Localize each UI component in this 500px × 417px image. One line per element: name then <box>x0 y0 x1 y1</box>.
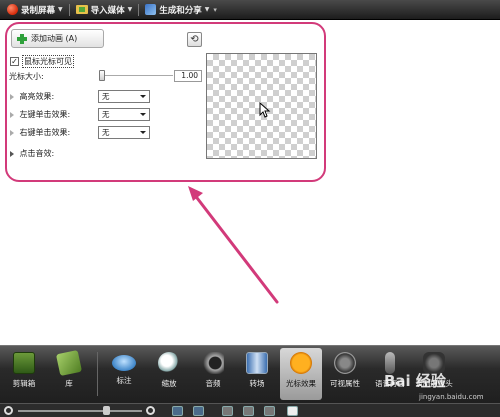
expand-arrow-icon[interactable] <box>10 129 14 136</box>
copy-icon[interactable] <box>264 406 275 416</box>
dock-item-label: 缩放 <box>161 379 177 388</box>
expand-arrow-icon[interactable] <box>10 93 14 100</box>
produce-share-menu[interactable]: 生成和分享 ▼ ▾ <box>141 2 221 18</box>
toolbar-divider <box>68 3 70 16</box>
dock-item-cursor-effects[interactable]: 光标效果 <box>280 348 322 400</box>
dock-item-label: 光标效果 <box>286 379 316 388</box>
chevron-down-icon <box>140 95 146 98</box>
baidu-watermark: Bai 经验 <box>384 372 446 390</box>
undo-icon[interactable] <box>172 406 183 416</box>
cursor-visible-row: ✓ 鼠标光标可见 <box>10 55 74 68</box>
cursor-effects-panel: 添加动画 (A) ⟲ ✓ 鼠标光标可见 光标大小: 1.00 高亮效果: 无 左… <box>5 22 326 182</box>
dock-item-label: 音频 <box>205 379 221 388</box>
chevron-down-icon <box>140 131 146 134</box>
click-sound-row[interactable]: 点击音效: <box>10 148 54 159</box>
clip-bin-icon <box>13 352 35 374</box>
cut-icon[interactable] <box>222 406 233 416</box>
record-screen-menu[interactable]: 录制屏幕 ▼ <box>3 2 67 18</box>
dock-item-visual-properties[interactable]: 可视属性 <box>325 348 365 400</box>
expand-arrow-icon[interactable] <box>10 150 14 157</box>
more-options-icon[interactable]: ▾ <box>213 6 217 14</box>
left-click-effect-select[interactable]: 无 <box>98 108 150 121</box>
chevron-down-icon: ▼ <box>127 6 133 13</box>
cursor-visible-checkbox[interactable]: ✓ <box>10 57 19 66</box>
transition-icon <box>246 352 268 374</box>
dock-item-transitions[interactable]: 转场 <box>237 348 277 400</box>
cursor-size-slider-thumb[interactable] <box>99 70 105 81</box>
library-icon <box>55 349 83 377</box>
highlight-effect-row: 高亮效果: <box>10 91 54 102</box>
dock-item-zoom[interactable]: 缩放 <box>149 348 189 400</box>
left-click-effect-value: 无 <box>102 110 110 119</box>
top-toolbar: 录制屏幕 ▼ 导入媒体 ▼ 生成和分享 ▼ ▾ <box>0 0 500 20</box>
dock-item-label: 标注 <box>116 376 132 385</box>
timeline-toolbar <box>0 403 500 417</box>
dock-item-label: 转场 <box>249 379 265 388</box>
toolbar-divider <box>138 3 140 16</box>
import-media-menu[interactable]: 导入媒体 ▼ <box>72 2 137 18</box>
reset-icon: ⟲ <box>190 34 199 45</box>
add-animation-button[interactable]: 添加动画 (A) <box>11 29 104 48</box>
right-click-effect-value: 无 <box>102 128 110 137</box>
dock-item-library[interactable]: 库 <box>49 348 89 400</box>
watermark-url: jingyan.baidu.com <box>419 393 484 401</box>
paste-icon[interactable] <box>287 406 298 416</box>
visual-properties-icon <box>334 352 356 374</box>
produce-share-label: 生成和分享 <box>159 5 202 16</box>
record-screen-label: 录制屏幕 <box>21 5 56 16</box>
chevron-down-icon <box>140 113 146 116</box>
import-media-label: 导入媒体 <box>90 5 125 16</box>
dock-item-label: 可视属性 <box>330 379 360 388</box>
dock-item-label: 库 <box>65 379 73 388</box>
left-click-effect-row: 左键单击效果: <box>10 109 70 120</box>
redo-icon[interactable] <box>193 406 204 416</box>
right-click-effect-row: 右键单击效果: <box>10 127 70 138</box>
right-click-effect-label: 右键单击效果: <box>19 128 71 137</box>
zoom-icon <box>158 352 180 374</box>
zoom-out-icon[interactable] <box>4 406 13 415</box>
cursor-preview <box>206 53 317 159</box>
timeline-zoom-slider[interactable] <box>18 410 142 412</box>
zoom-in-icon[interactable] <box>146 406 155 415</box>
share-icon <box>145 4 157 15</box>
timeline-zoom-thumb[interactable] <box>103 406 110 415</box>
chevron-down-icon: ▼ <box>58 6 63 13</box>
plus-icon <box>17 33 27 44</box>
dock-divider <box>97 352 98 396</box>
folder-icon <box>75 5 88 14</box>
mouse-cursor-icon <box>259 102 271 118</box>
cursor-size-label: 光标大小: <box>9 72 44 81</box>
callout-icon <box>112 355 136 371</box>
left-click-effect-label: 左键单击效果: <box>19 110 71 119</box>
reset-button[interactable]: ⟲ <box>187 32 202 47</box>
highlight-effect-select[interactable]: 无 <box>98 90 150 103</box>
dock-item-clip-bin[interactable]: 剪辑箱 <box>4 348 44 400</box>
highlight-effect-label: 高亮效果: <box>19 92 55 101</box>
audio-icon <box>202 352 224 374</box>
dock-item-audio[interactable]: 音频 <box>193 348 233 400</box>
expand-arrow-icon[interactable] <box>10 111 14 118</box>
cursor-visible-label: 鼠标光标可见 <box>22 55 74 68</box>
cursor-size-slider-track[interactable] <box>101 75 173 76</box>
record-icon <box>7 4 18 15</box>
dock-item-label: 剪辑箱 <box>12 379 36 388</box>
chevron-down-icon: ▼ <box>204 6 210 13</box>
cursor-size-input[interactable]: 1.00 <box>174 70 202 82</box>
split-icon[interactable] <box>243 406 254 416</box>
right-click-effect-select[interactable]: 无 <box>98 126 150 139</box>
add-animation-label: 添加动画 (A) <box>31 34 78 43</box>
highlight-effect-value: 无 <box>102 92 110 101</box>
cursor-effects-icon <box>290 352 312 374</box>
dock-item-callouts[interactable]: 标注 <box>104 348 144 400</box>
click-sound-label: 点击音效: <box>19 149 55 158</box>
